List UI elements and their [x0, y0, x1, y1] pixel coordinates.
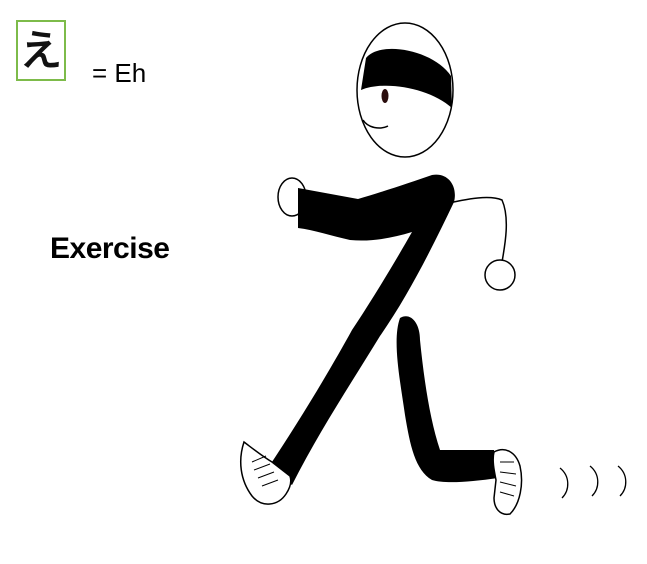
motion-line: [589, 465, 599, 497]
back-arm: [439, 196, 516, 291]
back-shoe-outline: [492, 448, 523, 516]
motion-line: [617, 465, 627, 497]
eye: [381, 89, 389, 103]
motion-line: [559, 467, 569, 499]
back-leg: [396, 316, 498, 483]
motion-lines: [559, 465, 627, 499]
running-figure-illustration: [239, 22, 627, 516]
head: [356, 22, 454, 158]
back-shoe: [492, 448, 523, 516]
back-hand: [484, 259, 516, 291]
